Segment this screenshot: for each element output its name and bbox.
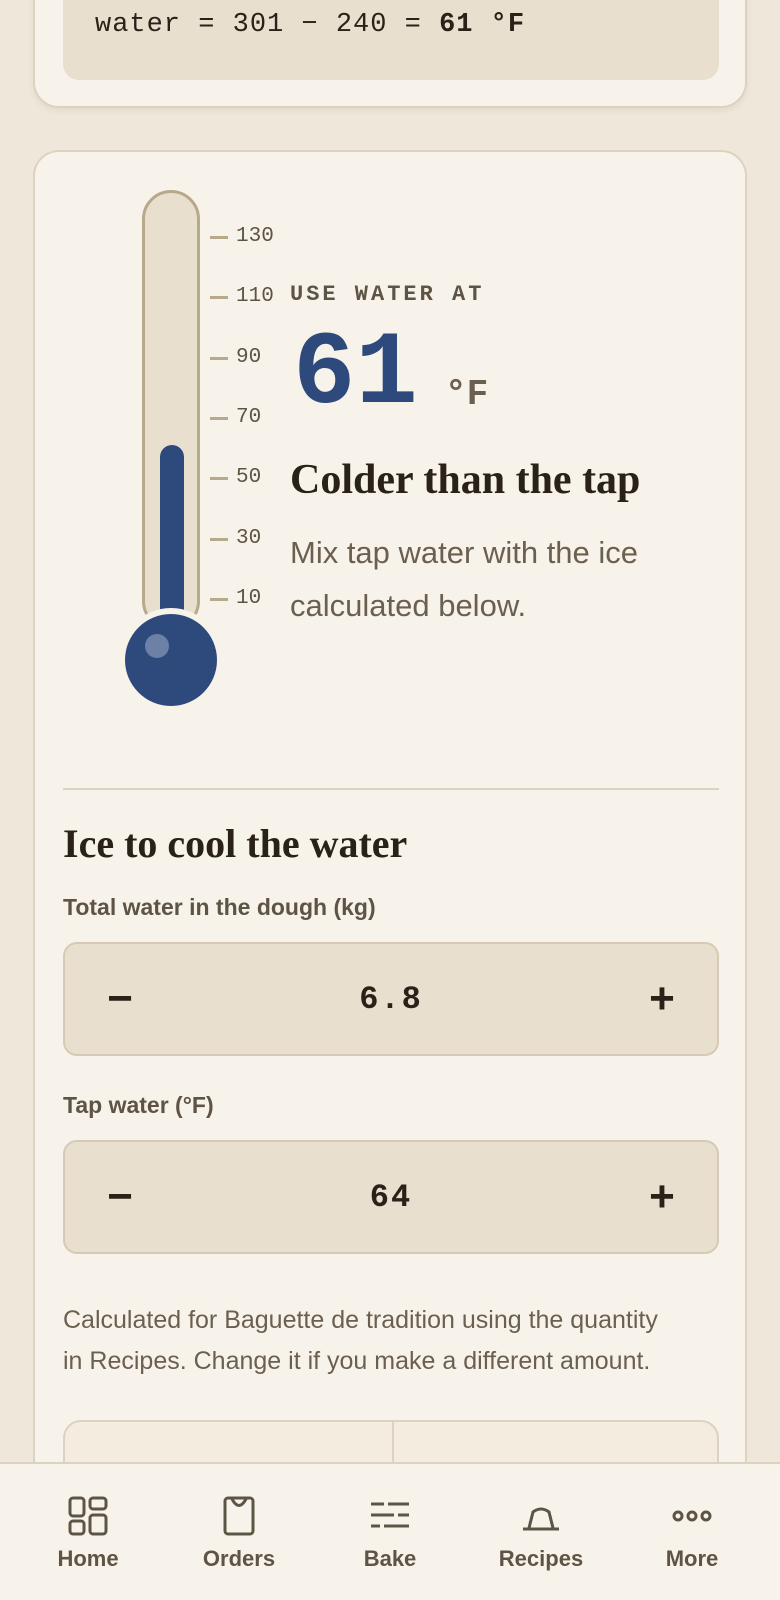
- thermometer-tick-mark: [210, 537, 228, 541]
- nav-label-bake: Bake: [363, 1546, 417, 1571]
- formula-card: water = 301 − 240 = 61 °F: [33, 0, 747, 108]
- more-dots-icon: [672, 1510, 712, 1522]
- nav-label-recipes: Recipes: [498, 1546, 584, 1571]
- formula-text: water = 301 − 240 = 61 °F: [95, 10, 525, 40]
- nav-item-bake[interactable]: Bake: [320, 1464, 460, 1600]
- result-eyebrow: USE WATER AT: [290, 282, 485, 307]
- water-temperature-card: 130 110 90 70 50 30 10 USE WATER AT 61 °F Cold…: [33, 150, 747, 1550]
- nav-item-orders[interactable]: Orders: [169, 1464, 309, 1600]
- orders-bag-icon: [223, 1496, 255, 1536]
- formula-prefix: water = 301 − 240 =: [95, 10, 440, 40]
- total-water-increase-button[interactable]: +: [607, 944, 717, 1054]
- tap-water-increase-button[interactable]: +: [607, 1142, 717, 1252]
- thermometer-tick-mark: [210, 296, 228, 300]
- thermometer-tick-mark: [210, 477, 228, 481]
- total-water-label: Total water in the dough (kg): [63, 894, 376, 920]
- thermometer-bulb: [125, 614, 217, 706]
- home-grid-icon: [68, 1496, 108, 1536]
- total-water-stepper: − 6.8 +: [63, 942, 719, 1056]
- thermometer: 130 110 90 70 50 30 10: [90, 190, 274, 730]
- result-status-title: Colder than the tap: [290, 457, 641, 503]
- thermometer-fill: [160, 445, 184, 630]
- thermometer-tick-label: 90: [236, 345, 262, 369]
- thermometer-tick-label: 110: [236, 285, 274, 309]
- nav-item-recipes[interactable]: Recipes: [471, 1464, 611, 1600]
- tap-water-value[interactable]: 64: [175, 1142, 607, 1252]
- quantity-note: Calculated for Baguette de tradition usi…: [63, 1306, 658, 1375]
- ice-section-title: Ice to cool the water: [63, 821, 408, 866]
- tap-water-stepper: − 64 +: [63, 1140, 719, 1254]
- nav-label-more: More: [665, 1546, 719, 1571]
- thermometer-tick-label: 50: [236, 466, 262, 490]
- thermometer-tick-label: 10: [236, 586, 262, 610]
- formula-box: water = 301 − 240 = 61 °F: [63, 0, 719, 80]
- thermometer-tick-label: 70: [236, 405, 262, 429]
- total-water-value[interactable]: 6.8: [175, 944, 607, 1054]
- nav-item-home[interactable]: Home: [18, 1464, 158, 1600]
- nav-label-home: Home: [57, 1546, 119, 1571]
- thermometer-bulb-shine: [145, 634, 169, 658]
- page: water = 301 − 240 = 61 °F 130 110 90 70 50 30…: [0, 0, 780, 1600]
- thermometer-tick-mark: [210, 236, 228, 239]
- target-water-temperature: 61: [293, 316, 418, 434]
- thermometer-tick-mark: [210, 416, 228, 420]
- result-status-description: Mix tap water with the ice calculated be…: [290, 535, 639, 623]
- nav-label-orders: Orders: [202, 1546, 276, 1571]
- temperature-unit: °F: [445, 374, 489, 415]
- tap-water-decrease-button[interactable]: −: [65, 1142, 175, 1252]
- thermometer-tick-mark: [210, 597, 228, 601]
- tap-water-label: Tap water (°F): [63, 1092, 214, 1118]
- thermometer-tick-label: 30: [236, 526, 262, 550]
- bottom-navigation: Home Orders Bake Recipes More: [0, 1462, 780, 1600]
- recipes-pan-icon: [523, 1507, 559, 1531]
- section-divider: [63, 788, 719, 790]
- nav-item-more[interactable]: More: [622, 1464, 762, 1600]
- thermometer-tick-label: 130: [236, 225, 274, 248]
- formula-result: 61 °F: [439, 10, 526, 40]
- thermometer-tick-mark: [210, 356, 228, 360]
- bake-lines-icon: [371, 1502, 409, 1528]
- thermometer-tick-130: 130: [210, 225, 310, 248]
- total-water-decrease-button[interactable]: −: [65, 944, 175, 1054]
